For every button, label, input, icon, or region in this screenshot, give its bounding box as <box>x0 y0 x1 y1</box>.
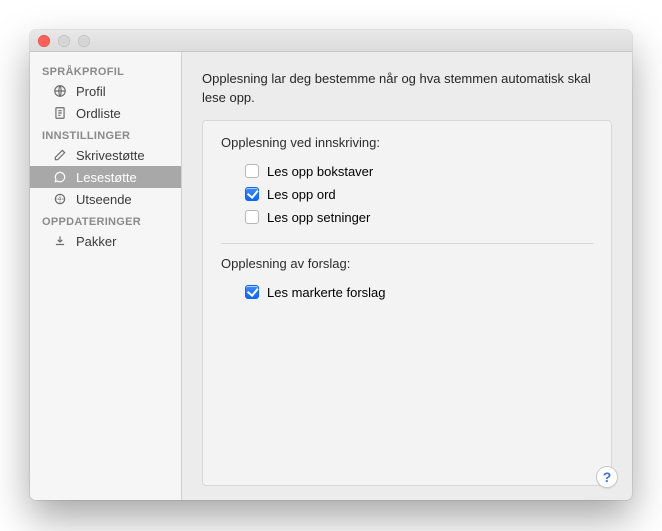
download-icon <box>52 233 68 249</box>
description-text: Opplesning lar deg bestemme når og hva s… <box>202 70 612 108</box>
checkbox-row-words[interactable]: Les opp ord <box>221 183 593 206</box>
sidebar-item-utseende[interactable]: Utseende <box>30 188 181 210</box>
checkbox-row-suggestions[interactable]: Les markerte forslag <box>221 281 593 304</box>
sidebar-item-label: Skrivestøtte <box>76 148 145 163</box>
content-pane: Opplesning lar deg bestemme når og hva s… <box>182 52 632 500</box>
sidebar-section-header: SPRÅKPROFIL <box>30 60 181 80</box>
sidebar-item-label: Pakker <box>76 234 116 249</box>
group-label-typing: Opplesning ved innskriving: <box>221 135 593 150</box>
document-icon <box>52 105 68 121</box>
preferences-window: SPRÅKPROFIL Profil Ordliste INNSTILLINGE… <box>30 30 632 500</box>
checkbox-label: Les markerte forslag <box>267 285 386 300</box>
group-label-suggestions: Opplesning av forslag: <box>221 256 593 271</box>
globe-icon <box>52 83 68 99</box>
zoom-icon[interactable] <box>78 35 90 47</box>
divider <box>221 243 593 244</box>
sidebar-section-header: OPPDATERINGER <box>30 210 181 230</box>
checkbox-label: Les opp setninger <box>267 210 370 225</box>
sidebar-item-pakker[interactable]: Pakker <box>30 230 181 252</box>
help-icon: ? <box>603 469 612 485</box>
sidebar-item-label: Profil <box>76 84 106 99</box>
checkbox-label: Les opp ord <box>267 187 336 202</box>
minimize-icon[interactable] <box>58 35 70 47</box>
checkbox-sentences[interactable] <box>245 210 259 224</box>
sidebar-item-label: Ordliste <box>76 106 121 121</box>
sidebar: SPRÅKPROFIL Profil Ordliste INNSTILLINGE… <box>30 52 182 500</box>
help-button[interactable]: ? <box>596 466 618 488</box>
sidebar-item-skrivestotte[interactable]: Skrivestøtte <box>30 144 181 166</box>
sidebar-item-lesestotte[interactable]: Lesestøtte <box>30 166 181 188</box>
checkbox-words[interactable] <box>245 187 259 201</box>
sidebar-item-profil[interactable]: Profil <box>30 80 181 102</box>
checkbox-letters[interactable] <box>245 164 259 178</box>
sidebar-item-label: Utseende <box>76 192 132 207</box>
edit-icon <box>52 147 68 163</box>
sidebar-section-header: INNSTILLINGER <box>30 124 181 144</box>
checkbox-row-sentences[interactable]: Les opp setninger <box>221 206 593 229</box>
sidebar-item-label: Lesestøtte <box>76 170 137 185</box>
checkbox-suggestions[interactable] <box>245 285 259 299</box>
sidebar-item-ordliste[interactable]: Ordliste <box>30 102 181 124</box>
checkbox-label: Les opp bokstaver <box>267 164 373 179</box>
speech-icon <box>52 169 68 185</box>
settings-panel: Opplesning ved innskriving: Les opp boks… <box>202 120 612 486</box>
close-icon[interactable] <box>38 35 50 47</box>
titlebar <box>30 30 632 52</box>
checkbox-row-letters[interactable]: Les opp bokstaver <box>221 160 593 183</box>
appearance-icon <box>52 191 68 207</box>
